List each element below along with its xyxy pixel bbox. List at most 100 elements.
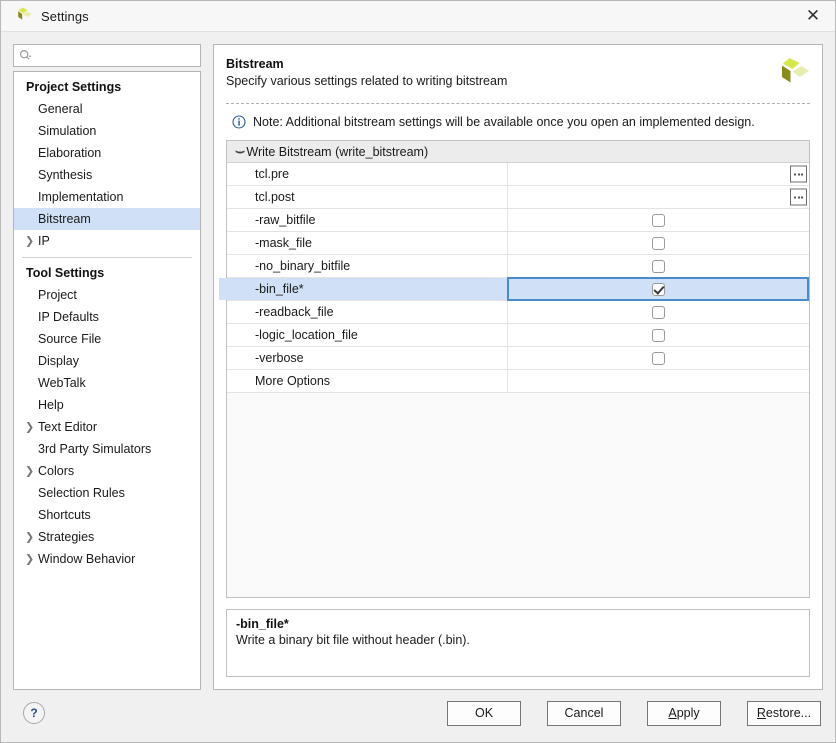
raw-bitfile-checkbox[interactable]: [652, 214, 665, 227]
option-value-cell[interactable]: [508, 370, 809, 392]
sidebar-item-ip[interactable]: ❯ IP: [14, 230, 200, 252]
nav-group-tool-settings: Tool Settings: [14, 263, 200, 284]
option-value-cell[interactable]: [508, 255, 809, 277]
page-title: Bitstream: [226, 57, 772, 71]
sidebar-item-source-file[interactable]: Source File: [14, 328, 200, 350]
sidebar-item-project[interactable]: Project: [14, 284, 200, 306]
sidebar-item-shortcuts[interactable]: Shortcuts: [14, 504, 200, 526]
option-name-cell: -readback_file: [227, 301, 508, 323]
sidebar-item-label: IP: [38, 234, 50, 248]
chevron-right-icon[interactable]: ❯: [25, 422, 34, 433]
logic-location-file-checkbox[interactable]: [652, 329, 665, 342]
sidebar-item-label: Window Behavior: [38, 552, 135, 566]
sidebar-item-synthesis[interactable]: Synthesis: [14, 164, 200, 186]
ok-button[interactable]: OK: [447, 701, 521, 726]
sidebar-item-label: Selection Rules: [38, 486, 125, 500]
table-row[interactable]: -raw_bitfile: [227, 209, 809, 232]
sidebar-item-label: Shortcuts: [38, 508, 91, 522]
option-name: tcl.post: [255, 190, 295, 204]
sidebar-item-simulation[interactable]: Simulation: [14, 120, 200, 142]
help-label: ?: [30, 706, 37, 720]
question-mark-icon[interactable]: ?: [23, 702, 45, 724]
sidebar-item-implementation[interactable]: Implementation: [14, 186, 200, 208]
table-empty-area: [227, 393, 809, 597]
option-name-cell: -mask_file: [227, 232, 508, 254]
option-name-cell: -bin_file*: [227, 278, 508, 300]
mask-file-checkbox[interactable]: [652, 237, 665, 250]
sidebar-item-label: Source File: [38, 332, 101, 346]
settings-nav-tree[interactable]: Project Settings General Simulation Elab…: [13, 71, 201, 690]
table-row[interactable]: -mask_file: [227, 232, 809, 255]
window-title: Settings: [41, 9, 89, 24]
chevron-right-icon[interactable]: ❯: [25, 532, 34, 543]
sidebar-item-ip-defaults[interactable]: IP Defaults: [14, 306, 200, 328]
option-name: -verbose: [255, 351, 304, 365]
settings-dialog: Settings ✕ Project Settings: [0, 0, 836, 743]
table-row[interactable]: tcl.pre: [227, 163, 809, 186]
option-value-cell[interactable]: [508, 232, 809, 254]
chevron-right-icon[interactable]: ❯: [25, 554, 34, 565]
option-value-cell[interactable]: [508, 186, 809, 208]
option-value-cell[interactable]: [507, 277, 809, 301]
sidebar-item-selection-rules[interactable]: Selection Rules: [14, 482, 200, 504]
sidebar-item-label: 3rd Party Simulators: [38, 442, 151, 456]
option-value-cell[interactable]: [508, 209, 809, 231]
option-value-cell[interactable]: [508, 301, 809, 323]
sidebar-item-label: WebTalk: [38, 376, 86, 390]
table-row[interactable]: tcl.post: [227, 186, 809, 209]
sidebar-item-text-editor[interactable]: ❯ Text Editor: [14, 416, 200, 438]
sidebar-item-label: Help: [38, 398, 64, 412]
restore-button-label: Restore...: [757, 706, 811, 720]
sidebar-item-webtalk[interactable]: WebTalk: [14, 372, 200, 394]
readback-file-checkbox[interactable]: [652, 306, 665, 319]
browse-ellipsis-button[interactable]: [790, 166, 807, 183]
bitstream-options-table[interactable]: ❫ Write Bitstream (write_bitstream) tcl.…: [226, 140, 810, 598]
table-row[interactable]: -verbose: [227, 347, 809, 370]
sidebar-item-label: Strategies: [38, 530, 94, 544]
table-row[interactable]: -no_binary_bitfile: [227, 255, 809, 278]
sidebar-item-window-behavior[interactable]: ❯ Window Behavior: [14, 548, 200, 570]
browse-ellipsis-button[interactable]: [790, 189, 807, 206]
chevron-right-icon[interactable]: ❯: [25, 466, 34, 477]
sidebar-item-label: Synthesis: [38, 168, 92, 182]
option-name-cell: -raw_bitfile: [227, 209, 508, 231]
option-value-cell[interactable]: [508, 324, 809, 346]
sidebar-item-elaboration[interactable]: Elaboration: [14, 142, 200, 164]
cancel-button-label: Cancel: [565, 706, 604, 720]
option-name: More Options: [255, 374, 330, 388]
sidebar-item-colors[interactable]: ❯ Colors: [14, 460, 200, 482]
sidebar-item-help[interactable]: Help: [14, 394, 200, 416]
sidebar-item-3rd-party-simulators[interactable]: 3rd Party Simulators: [14, 438, 200, 460]
chevron-right-icon[interactable]: ❯: [25, 236, 34, 247]
verbose-checkbox[interactable]: [652, 352, 665, 365]
search-input[interactable]: [32, 46, 195, 65]
option-name: -logic_location_file: [255, 328, 358, 342]
table-row[interactable]: -readback_file: [227, 301, 809, 324]
table-group-header[interactable]: ❫ Write Bitstream (write_bitstream): [227, 141, 809, 163]
close-icon[interactable]: ✕: [791, 1, 835, 31]
sidebar-item-general[interactable]: General: [14, 98, 200, 120]
sidebar-item-display[interactable]: Display: [14, 350, 200, 372]
cancel-button[interactable]: Cancel: [547, 701, 621, 726]
sidebar-item-label: General: [38, 102, 82, 116]
option-value-cell[interactable]: [508, 163, 809, 185]
chevron-down-icon[interactable]: ❫: [234, 147, 244, 155]
option-name-cell: tcl.post: [227, 186, 508, 208]
option-description-panel: -bin_file* Write a binary bit file witho…: [226, 609, 810, 677]
option-name: -no_binary_bitfile: [255, 259, 350, 273]
sidebar-item-label: Display: [38, 354, 79, 368]
table-row[interactable]: More Options: [227, 370, 809, 393]
sidebar-item-label: Elaboration: [38, 146, 101, 160]
option-name: -bin_file*: [255, 282, 304, 296]
sidebar-item-label: Colors: [38, 464, 74, 478]
sidebar-item-strategies[interactable]: ❯ Strategies: [14, 526, 200, 548]
apply-button[interactable]: Apply: [647, 701, 721, 726]
bin-file-checkbox[interactable]: [652, 283, 665, 296]
restore-button[interactable]: Restore...: [747, 701, 821, 726]
table-row-selected[interactable]: -bin_file*: [227, 278, 809, 301]
sidebar-item-bitstream[interactable]: Bitstream: [14, 208, 200, 230]
table-row[interactable]: -logic_location_file: [227, 324, 809, 347]
no-binary-bitfile-checkbox[interactable]: [652, 260, 665, 273]
search-box[interactable]: [13, 44, 201, 67]
option-value-cell[interactable]: [508, 347, 809, 369]
